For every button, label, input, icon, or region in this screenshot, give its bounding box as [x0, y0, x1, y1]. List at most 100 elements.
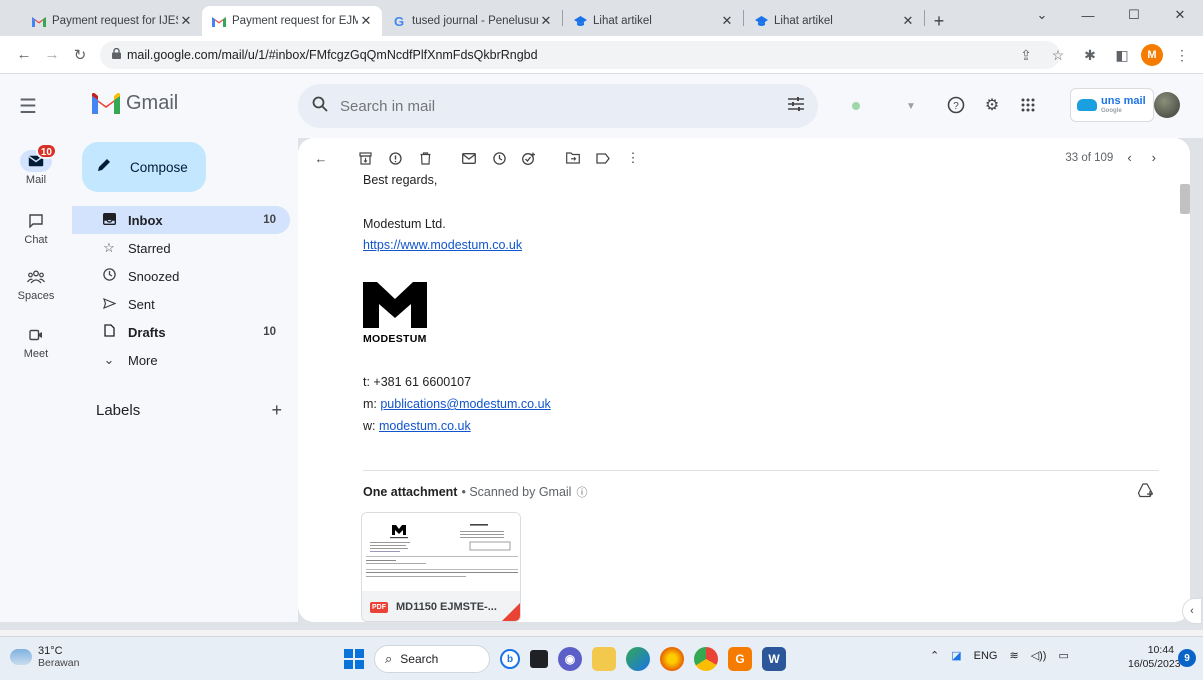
rail-item-chat[interactable]: Chat	[0, 210, 72, 246]
side-panel-icon[interactable]: ◧	[1109, 41, 1135, 69]
word-icon[interactable]: W	[762, 647, 786, 671]
nav-item-sent[interactable]: Sent	[72, 290, 290, 318]
close-icon[interactable]: ✕	[719, 13, 735, 29]
move-to-icon[interactable]	[562, 147, 584, 169]
bookmark-star-icon[interactable]: ☆	[1045, 41, 1071, 69]
add-to-drive-icon[interactable]	[1137, 483, 1154, 501]
draft-icon	[98, 324, 120, 340]
closing-text: Best regards,	[363, 173, 438, 187]
profile-avatar[interactable]: M	[1141, 44, 1163, 66]
rail-item-spaces[interactable]: Spaces	[0, 266, 72, 302]
reload-icon[interactable]: ↻	[66, 41, 94, 69]
browser-tab-3[interactable]: G tused journal - Penelusuran ✕	[382, 6, 562, 36]
wifi-icon[interactable]: ≋	[1009, 649, 1018, 662]
nav-label: More	[128, 352, 158, 368]
file-explorer-icon[interactable]	[592, 647, 616, 671]
chevron-left-icon[interactable]: ‹	[1127, 150, 1131, 165]
archive-icon[interactable]	[354, 147, 376, 169]
search-options-icon[interactable]	[788, 97, 804, 115]
firefox-icon[interactable]	[660, 647, 684, 671]
page-fold-icon	[502, 603, 520, 621]
rail-item-meet[interactable]: Meet	[0, 324, 72, 360]
copilot-icon[interactable]: b	[500, 649, 520, 669]
maximize-icon[interactable]: ☐	[1111, 0, 1157, 30]
add-label-icon[interactable]: +	[271, 400, 282, 421]
app-g-icon[interactable]: G	[728, 647, 752, 671]
compose-button[interactable]: Compose	[82, 142, 206, 192]
minimize-icon[interactable]: —	[1065, 0, 1111, 30]
nav-item-more[interactable]: ⌄ More	[72, 346, 290, 374]
taskbar-search-box[interactable]: ⌕ Search	[374, 645, 490, 673]
attachment-filename: MD1150 EJMSTE-...	[396, 601, 497, 613]
label-icon[interactable]	[592, 147, 614, 169]
clock-icon	[98, 268, 120, 284]
address-bar[interactable]: mail.google.com/mail/u/1/#inbox/FMfcgzGq…	[100, 40, 1060, 69]
attachment-card[interactable]: PDF MD1150 EJMSTE-...	[361, 512, 521, 622]
search-icon[interactable]	[312, 96, 328, 117]
weather-widget[interactable]: 31°C Berawan	[10, 645, 79, 669]
organization-badge[interactable]: uns mail Google	[1070, 88, 1154, 122]
chrome-icon[interactable]	[694, 647, 718, 671]
system-clock[interactable]: 10:44 16/05/2023	[1128, 643, 1181, 671]
task-view-icon[interactable]	[530, 650, 548, 668]
info-icon[interactable]: ⓘ	[576, 484, 587, 500]
delete-icon[interactable]	[414, 147, 436, 169]
nav-label: Drafts	[128, 324, 166, 340]
forward-icon[interactable]: →	[38, 41, 66, 69]
chevron-right-icon[interactable]: ›	[1152, 150, 1156, 165]
close-icon[interactable]: ✕	[358, 13, 374, 29]
account-avatar[interactable]	[1154, 92, 1180, 118]
chevron-up-icon[interactable]: ⌃	[930, 649, 939, 662]
more-options-icon[interactable]: ⋮	[622, 147, 644, 169]
new-tab-button[interactable]: +	[925, 6, 953, 36]
mark-unread-icon[interactable]	[458, 147, 480, 169]
tab-title: Payment request for EJMSTE	[232, 15, 358, 27]
nav-item-starred[interactable]: ☆ Starred	[72, 234, 290, 262]
nav-item-drafts[interactable]: Drafts 10	[72, 318, 290, 346]
search-input[interactable]	[340, 97, 788, 115]
browser-tab-1[interactable]: Payment request for IJESE-0 ✕	[22, 6, 202, 36]
battery-icon[interactable]: ▭	[1058, 649, 1068, 662]
app-tray-icon[interactable]: ◪	[951, 649, 961, 662]
chat-app-icon[interactable]: ◉	[558, 647, 582, 671]
nav-label: Starred	[128, 240, 171, 256]
snooze-icon[interactable]	[488, 147, 510, 169]
volume-icon[interactable]: ◁))	[1031, 649, 1047, 662]
web-link[interactable]: modestum.co.uk	[379, 419, 471, 433]
nav-label: Sent	[128, 296, 155, 312]
browser-tab-5[interactable]: Lihat artikel ✕	[744, 6, 924, 36]
nav-item-inbox[interactable]: Inbox 10	[72, 206, 290, 234]
close-icon[interactable]: ✕	[900, 13, 916, 29]
help-icon[interactable]: ?	[945, 94, 967, 116]
settings-gear-icon[interactable]: ⚙	[981, 94, 1003, 116]
browser-tab-2[interactable]: Payment request for EJMSTE ✕	[202, 6, 382, 36]
close-icon[interactable]: ✕	[538, 13, 554, 29]
side-panel-toggle-icon[interactable]: ‹	[1182, 598, 1202, 624]
menu-icon[interactable]: ⋮	[1169, 41, 1195, 69]
close-icon[interactable]: ✕	[178, 13, 194, 29]
browser-tab-4[interactable]: Lihat artikel ✕	[563, 6, 743, 36]
rail-item-mail[interactable]: 10 Mail	[0, 143, 72, 186]
notification-badge[interactable]: 9	[1178, 649, 1196, 667]
close-window-icon[interactable]: ✕	[1157, 0, 1203, 30]
input-language[interactable]: ENG	[974, 650, 998, 662]
status-selector[interactable]: ▼	[836, 86, 932, 126]
windows-start-icon[interactable]	[344, 649, 364, 669]
gmail-logo[interactable]: Gmail	[92, 92, 178, 115]
add-task-icon[interactable]	[518, 147, 540, 169]
extensions-icon[interactable]: ✱	[1077, 41, 1103, 69]
back-to-inbox-icon[interactable]: ←	[310, 147, 332, 169]
apps-grid-icon[interactable]	[1017, 94, 1039, 116]
company-website-link[interactable]: https://www.modestum.co.uk	[363, 238, 522, 252]
temperature: 31°C	[38, 645, 63, 657]
nav-item-snoozed[interactable]: Snoozed	[72, 262, 290, 290]
share-icon[interactable]: ⇪	[1013, 41, 1039, 69]
main-menu-icon[interactable]: ☰	[8, 86, 48, 126]
tab-search-icon[interactable]: ⌄	[1019, 0, 1065, 30]
email-link[interactable]: publications@modestum.co.uk	[380, 397, 550, 411]
report-spam-icon[interactable]	[384, 147, 406, 169]
message-scrollbar[interactable]	[1180, 184, 1190, 214]
edge-browser-icon[interactable]	[626, 647, 650, 671]
back-icon[interactable]: ←	[10, 41, 38, 69]
compose-label: Compose	[130, 159, 188, 175]
